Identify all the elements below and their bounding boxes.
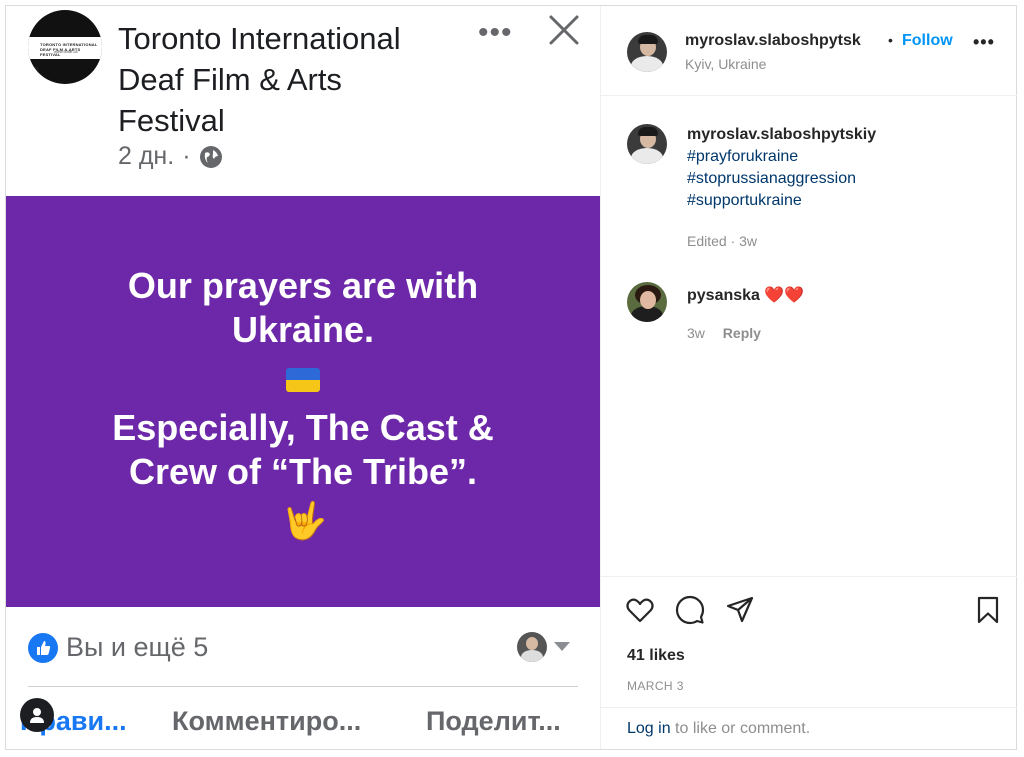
post-meta: 2 дн. · [118, 142, 223, 171]
hashtag-link[interactable]: #supportukraine [687, 192, 802, 210]
header-separator: • [888, 32, 893, 48]
follow-button[interactable]: Follow [902, 32, 953, 50]
likes-count[interactable]: 41 likes [627, 647, 685, 665]
post-header: myroslav.slaboshpytsk • Follow Kyiv, Ukr… [601, 6, 1017, 96]
comment-age[interactable]: 3w [687, 325, 705, 341]
more-options-button[interactable]: ••• [973, 32, 995, 53]
prayer-text-line2: Especially, The Cast & Crew of “The Trib… [112, 407, 494, 492]
like-icon [28, 632, 58, 663]
comment-text: ❤️❤️ [764, 287, 805, 304]
prayer-image: Our prayers are with Ukraine. Especially… [6, 196, 600, 607]
comment-icon[interactable] [675, 595, 705, 625]
fb-user-avatar [517, 632, 547, 662]
fb-action-bar: Прави... Комментиро... Поделит... [6, 706, 600, 746]
share-icon[interactable] [725, 595, 755, 625]
fb-more-button: ••• [478, 16, 513, 49]
logo-subtext: www.tidfaf.ca [54, 49, 78, 54]
hashtag-link[interactable]: #stoprussianaggression [687, 170, 856, 188]
chevron-down-icon [554, 642, 570, 651]
fb-share-action: Поделит... [426, 706, 561, 736]
post-age: 2 дн. [118, 142, 175, 170]
post-location[interactable]: Kyiv, Ukraine [685, 56, 766, 72]
caption-edited-time: Edited · 3w [687, 233, 758, 249]
post-image: TORONTO INTERNATIONAL DEAF FILM & ARTS F… [6, 6, 600, 749]
reply-button[interactable]: Reply [723, 325, 761, 341]
globe-icon [199, 145, 222, 168]
hashtag-link[interactable]: #prayforukraine [687, 148, 798, 166]
post-date[interactable]: MARCH 3 [627, 679, 684, 693]
comment: pysanska ❤️❤️ [687, 285, 804, 305]
hand-emoji: 🤟 [282, 500, 327, 541]
login-prompt: Log in to like or comment. [601, 707, 1017, 749]
post-modal: TORONTO INTERNATIONAL DEAF FILM & ARTS F… [5, 5, 1017, 750]
caption-avatar[interactable] [627, 124, 667, 164]
user-icon [20, 698, 54, 732]
comment-username[interactable]: pysanska [687, 287, 760, 304]
author-username[interactable]: myroslav.slaboshpytsk [685, 32, 861, 50]
fb-reactions: Вы и ещё 5 [28, 632, 208, 663]
caption-username[interactable]: myroslav.slaboshpytskiy [687, 126, 876, 144]
bookmark-icon[interactable] [973, 595, 1003, 625]
author-avatar[interactable] [627, 32, 667, 72]
fb-divider [28, 686, 578, 687]
post-sidebar: myroslav.slaboshpytsk • Follow Kyiv, Ukr… [600, 6, 1017, 749]
page-title: Toronto International Deaf Film & Arts F… [118, 21, 401, 138]
login-text: to like or comment. [670, 720, 811, 737]
fb-comment-action: Комментиро... [172, 706, 362, 736]
login-link[interactable]: Log in [627, 720, 671, 737]
festival-logo: TORONTO INTERNATIONAL DEAF FILM & ARTS F… [28, 10, 102, 84]
close-icon [549, 15, 579, 45]
comment-meta: 3w Reply [687, 325, 761, 341]
ukraine-flag-emoji [286, 368, 320, 392]
reactions-text: Вы и ещё 5 [66, 632, 209, 662]
meta-separator: · [182, 142, 191, 170]
commenter-avatar[interactable] [627, 282, 667, 322]
action-section: 41 likes MARCH 3 Log in to like or comme… [601, 576, 1017, 748]
prayer-text-line1: Our prayers are with Ukraine. [127, 265, 479, 350]
heart-icon[interactable] [625, 595, 655, 625]
